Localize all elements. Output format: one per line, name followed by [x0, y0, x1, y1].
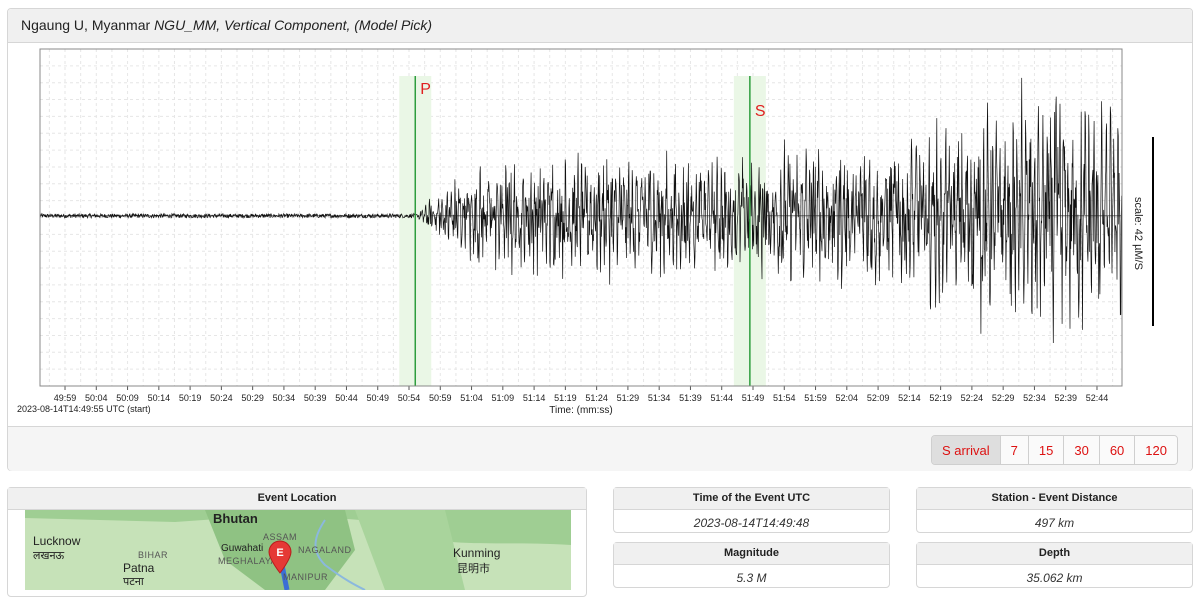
map-label-kunming-local: 昆明市	[457, 563, 490, 575]
window-button-30[interactable]: 30	[1064, 436, 1100, 464]
distance-heading: Station - Event Distance	[917, 488, 1192, 510]
x-tick-label: 51:59	[804, 393, 827, 403]
x-tick-label: 51:49	[742, 393, 765, 403]
x-tick-label: 50:54	[398, 393, 421, 403]
map-label-patna: Patna	[123, 561, 155, 575]
x-tick-label: 51:29	[617, 393, 640, 403]
x-tick-label: 50:44	[335, 393, 358, 403]
event-location-card: Event Location Bhutan Lucknow लखनऊ BIHAR…	[7, 487, 587, 597]
map-label-kunming: Kunming	[453, 546, 501, 560]
distance-card: Station - Event Distance 497 km	[916, 487, 1193, 533]
map-label-lucknow: Lucknow	[33, 534, 81, 548]
x-tick-label: 51:19	[554, 393, 577, 403]
depth-value: 35.062 km	[1026, 571, 1083, 585]
event-marker-icon[interactable]: E	[267, 540, 293, 574]
window-button-7[interactable]: 7	[1000, 436, 1029, 464]
x-tick-label: 52:39	[1054, 393, 1077, 403]
x-tick-label: 50:49	[366, 393, 389, 403]
seismogram-panel: Ngaung U, Myanmar NGU_MM, Vertical Compo…	[7, 8, 1193, 471]
event-time-heading: Time of the Event UTC	[614, 488, 889, 510]
map-label-guwahati: Guwahati	[221, 543, 264, 554]
depth-card: Depth 35.062 km	[916, 542, 1193, 588]
scale-label: scale: 42 µM/S	[1132, 197, 1144, 270]
map-label-nagaland: NAGALAND	[298, 545, 352, 555]
x-tick-label: 50:09	[116, 393, 139, 403]
magnitude-value: 5.3 M	[736, 571, 767, 585]
x-tick-label: 51:09	[492, 393, 515, 403]
pick-label-S: S	[755, 103, 766, 120]
x-tick-label: 50:19	[179, 393, 202, 403]
x-tick-label: 50:39	[304, 393, 327, 403]
x-tick-label: 50:14	[148, 393, 171, 403]
window-button-120[interactable]: 120	[1135, 436, 1177, 464]
time-window-buttons: S arrival 7 15 30 60 120	[930, 435, 1178, 465]
magnitude-card: Magnitude 5.3 M	[613, 542, 890, 588]
x-tick-label: 50:34	[273, 393, 296, 403]
x-tick-label: 50:04	[85, 393, 108, 403]
magnitude-heading: Magnitude	[614, 543, 889, 565]
start-time-label: 2023-08-14T14:49:55 UTC (start)	[17, 404, 151, 414]
x-tick-label: 52:04	[836, 393, 859, 403]
x-tick-label: 50:59	[429, 393, 452, 403]
window-button-15[interactable]: 15	[1028, 436, 1065, 464]
depth-heading: Depth	[917, 543, 1192, 565]
event-time-card: Time of the Event UTC 2023-08-14T14:49:4…	[613, 487, 890, 533]
x-tick-label: 52:34	[1023, 393, 1046, 403]
x-axis-label: Time: (mm:ss)	[549, 405, 613, 416]
x-tick-label: 51:34	[648, 393, 671, 403]
x-tick-label: 51:39	[679, 393, 702, 403]
event-map[interactable]: Bhutan Lucknow लखनऊ BIHAR Patna पटना ASS…	[25, 510, 571, 590]
window-button-60[interactable]: 60	[1099, 436, 1136, 464]
map-label-patna-local: पटना	[123, 576, 144, 588]
x-tick-label: 52:19	[929, 393, 952, 403]
x-tick-label: 51:54	[773, 393, 796, 403]
pick-label-P: P	[420, 81, 431, 98]
x-tick-label: 51:14	[523, 393, 546, 403]
event-marker-label: E	[276, 547, 283, 559]
seismogram-chart: P S 49:59 50:04 50:09 50:14 50:19 50:24 50:29 50…	[17, 48, 1154, 416]
window-button-s-arrival[interactable]: S arrival	[931, 436, 1001, 464]
x-tick-label: 52:09	[867, 393, 890, 403]
event-location-heading: Event Location	[8, 488, 586, 510]
x-tick-label: 50:24	[210, 393, 233, 403]
event-time-value: 2023-08-14T14:49:48	[693, 516, 810, 530]
map-label-lucknow-local: लखनऊ	[33, 550, 65, 562]
x-tick-label: 52:29	[992, 393, 1015, 403]
distance-value: 497 km	[1034, 516, 1075, 530]
map-label-bhutan: Bhutan	[213, 511, 258, 526]
x-tick-label: 52:24	[961, 393, 984, 403]
x-tick-label: 52:44	[1086, 393, 1109, 403]
x-tick-label: 52:14	[898, 393, 921, 403]
map-label-bihar: BIHAR	[138, 550, 169, 560]
x-tick-label: 51:24	[585, 393, 608, 403]
x-tick-label: 50:29	[241, 393, 264, 403]
x-tick-label: 51:04	[460, 393, 483, 403]
panel-footer: S arrival 7 15 30 60 120	[8, 426, 1192, 471]
x-tick-label: 49:59	[54, 393, 77, 403]
x-tick-label: 51:44	[710, 393, 733, 403]
